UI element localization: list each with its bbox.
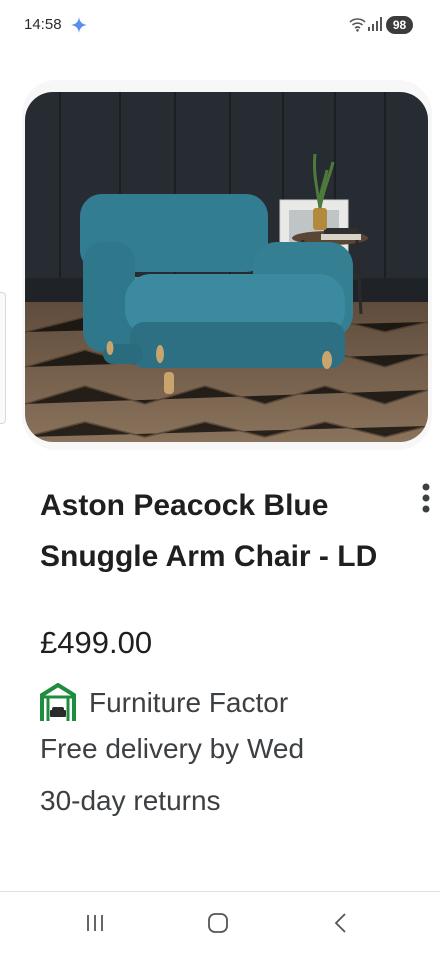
status-bar: 14:58 98	[0, 0, 440, 52]
edge-panel-handle[interactable]	[0, 292, 6, 424]
product-price: £499.00	[40, 625, 153, 660]
recents-icon[interactable]	[85, 913, 105, 938]
back-icon[interactable]	[333, 912, 349, 939]
signal-icon	[368, 17, 382, 36]
seller-row[interactable]: Furniture Factor	[40, 682, 288, 723]
delivery-info: Free delivery by Wed	[40, 733, 305, 764]
product-title[interactable]: Aston Peacock Blue Snuggle Arm Chair - L…	[40, 480, 380, 582]
more-options-icon[interactable]	[418, 482, 434, 519]
sparkle-icon	[71, 17, 87, 38]
home-icon[interactable]	[207, 912, 229, 939]
status-time: 14:58	[24, 16, 62, 33]
seller-name[interactable]: Furniture Factor	[89, 687, 288, 719]
battery-badge: 98	[386, 16, 413, 34]
returns-info: 30-day returns	[40, 785, 221, 816]
nav-divider	[0, 891, 440, 892]
product-image[interactable]	[25, 92, 428, 442]
seller-logo-icon	[40, 682, 76, 723]
wifi-icon	[349, 17, 366, 37]
